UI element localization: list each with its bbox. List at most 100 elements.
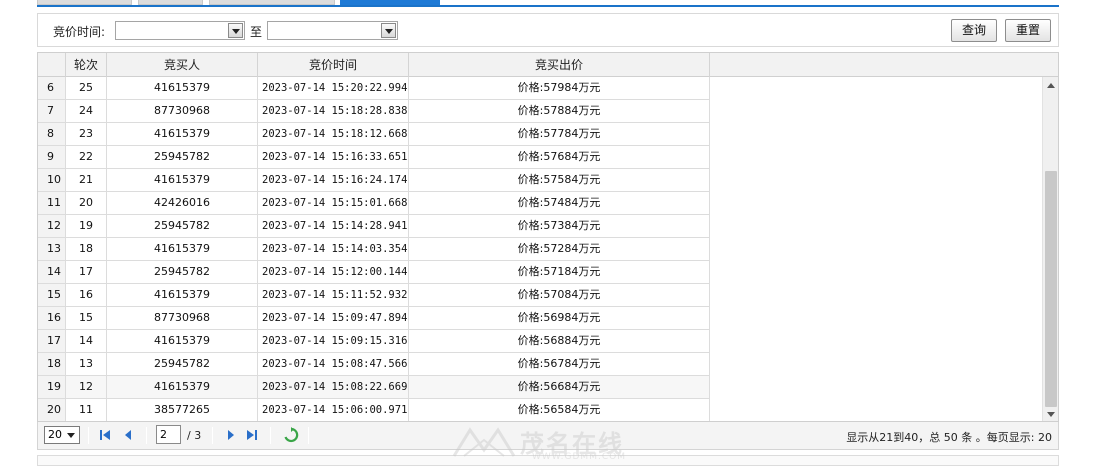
header-bid-time[interactable]: 竞价时间 bbox=[258, 53, 409, 77]
total-pages: / 3 bbox=[187, 429, 202, 442]
chevron-down-icon[interactable] bbox=[381, 23, 396, 38]
row-index: 8 bbox=[38, 123, 66, 146]
row-index: 12 bbox=[38, 215, 66, 238]
row-index: 13 bbox=[38, 238, 66, 261]
bid-price-cell: 价格:56784万元 bbox=[409, 353, 710, 376]
divider bbox=[88, 427, 89, 444]
reset-button[interactable]: 重置 bbox=[1005, 19, 1051, 42]
page-size-select[interactable]: 20 bbox=[44, 426, 80, 444]
tab-strip bbox=[37, 0, 1059, 7]
start-time-select[interactable] bbox=[115, 21, 245, 40]
vertical-scrollbar[interactable] bbox=[1042, 77, 1058, 421]
first-page-icon[interactable] bbox=[98, 428, 112, 442]
table-row[interactable]: 19 12 41615379 2023-07-14 15:08:22.669 价格:56… bbox=[38, 376, 710, 399]
query-button[interactable]: 查询 bbox=[951, 19, 997, 42]
bidder-cell: 25945782 bbox=[107, 353, 258, 376]
grid-header: 轮次 竞买人 竞价时间 竞买出价 bbox=[38, 53, 1058, 77]
row-index: 11 bbox=[38, 192, 66, 215]
scroll-thumb[interactable] bbox=[1045, 171, 1057, 407]
round-cell: 14 bbox=[66, 330, 107, 353]
bidder-cell: 41615379 bbox=[107, 123, 258, 146]
pager-summary: 显示从21到40，总 50 条 。每页显示: 20 bbox=[846, 431, 1052, 444]
time-label: 竞价时间: bbox=[53, 25, 106, 39]
bid-price-cell: 价格:57284万元 bbox=[409, 238, 710, 261]
round-cell: 23 bbox=[66, 123, 107, 146]
bidder-cell: 41615379 bbox=[107, 284, 258, 307]
row-index: 7 bbox=[38, 100, 66, 123]
bid-grid: 轮次 竞买人 竞价时间 竞买出价 6 25 41615379 2023-07-14 1… bbox=[37, 52, 1059, 422]
round-cell: 18 bbox=[66, 238, 107, 261]
chevron-down-icon[interactable] bbox=[228, 23, 243, 38]
round-cell: 20 bbox=[66, 192, 107, 215]
bidder-cell: 41615379 bbox=[107, 330, 258, 353]
table-row[interactable]: 20 11 38577265 2023-07-14 15:06:00.971 价格:56… bbox=[38, 399, 710, 421]
table-row[interactable]: 10 21 41615379 2023-07-14 15:16:24.174 价格:57… bbox=[38, 169, 710, 192]
bidder-cell: 25945782 bbox=[107, 261, 258, 284]
header-index bbox=[38, 53, 66, 77]
divider bbox=[146, 427, 147, 444]
last-page-icon[interactable] bbox=[245, 428, 259, 442]
scroll-down-icon[interactable] bbox=[1047, 412, 1055, 417]
bid-time-cell: 2023-07-14 15:16:33.651 bbox=[258, 146, 409, 169]
bidder-cell: 25945782 bbox=[107, 215, 258, 238]
table-row[interactable]: 17 14 41615379 2023-07-14 15:09:15.316 价格:56… bbox=[38, 330, 710, 353]
row-index: 16 bbox=[38, 307, 66, 330]
row-index: 17 bbox=[38, 330, 66, 353]
scroll-up-icon[interactable] bbox=[1047, 83, 1055, 88]
bid-price-cell: 价格:56584万元 bbox=[409, 399, 710, 421]
tab-1[interactable] bbox=[37, 0, 132, 5]
bid-time-cell: 2023-07-14 15:09:47.894 bbox=[258, 307, 409, 330]
table-row[interactable]: 15 16 41615379 2023-07-14 15:11:52.932 价格:57… bbox=[38, 284, 710, 307]
bid-time-cell: 2023-07-14 15:09:15.316 bbox=[258, 330, 409, 353]
round-cell: 12 bbox=[66, 376, 107, 399]
round-cell: 22 bbox=[66, 146, 107, 169]
table-row[interactable]: 9 22 25945782 2023-07-14 15:16:33.651 价格:576… bbox=[38, 146, 710, 169]
refresh-icon[interactable] bbox=[283, 427, 299, 443]
bid-time-cell: 2023-07-14 15:20:22.994 bbox=[258, 77, 409, 100]
bid-time-cell: 2023-07-14 15:08:22.669 bbox=[258, 376, 409, 399]
next-page-icon[interactable] bbox=[224, 428, 238, 442]
round-cell: 13 bbox=[66, 353, 107, 376]
row-index: 9 bbox=[38, 146, 66, 169]
header-bid-price[interactable]: 竞买出价 bbox=[409, 53, 710, 77]
bid-time-cell: 2023-07-14 15:16:24.174 bbox=[258, 169, 409, 192]
tab-active[interactable] bbox=[340, 0, 440, 5]
table-row[interactable]: 12 19 25945782 2023-07-14 15:14:28.941 价格:57… bbox=[38, 215, 710, 238]
bidder-cell: 87730968 bbox=[107, 100, 258, 123]
header-round[interactable]: 轮次 bbox=[66, 53, 107, 77]
bid-price-cell: 价格:57784万元 bbox=[409, 123, 710, 146]
divider bbox=[270, 427, 271, 444]
bid-time-cell: 2023-07-14 15:11:52.932 bbox=[258, 284, 409, 307]
bidder-cell: 38577265 bbox=[107, 399, 258, 421]
table-row[interactable]: 13 18 41615379 2023-07-14 15:14:03.354 价格:57… bbox=[38, 238, 710, 261]
table-row[interactable]: 6 25 41615379 2023-07-14 15:20:22.994 价格:579… bbox=[38, 77, 710, 100]
bidder-cell: 87730968 bbox=[107, 307, 258, 330]
bid-time-cell: 2023-07-14 15:15:01.668 bbox=[258, 192, 409, 215]
bid-time-cell: 2023-07-14 15:06:00.971 bbox=[258, 399, 409, 421]
bidder-cell: 41615379 bbox=[107, 238, 258, 261]
bidder-cell: 41615379 bbox=[107, 77, 258, 100]
table-row[interactable]: 14 17 25945782 2023-07-14 15:12:00.144 价格:57… bbox=[38, 261, 710, 284]
bid-price-cell: 价格:56684万元 bbox=[409, 376, 710, 399]
prev-page-icon[interactable] bbox=[121, 428, 135, 442]
bid-price-cell: 价格:57484万元 bbox=[409, 192, 710, 215]
page-number-input[interactable]: 2 bbox=[156, 425, 181, 444]
header-bidder[interactable]: 竞买人 bbox=[107, 53, 258, 77]
tab-2[interactable] bbox=[138, 0, 203, 5]
end-time-select[interactable] bbox=[267, 21, 398, 40]
table-row[interactable]: 8 23 41615379 2023-07-14 15:18:12.668 价格:577… bbox=[38, 123, 710, 146]
table-row[interactable]: 11 20 42426016 2023-07-14 15:15:01.668 价格:57… bbox=[38, 192, 710, 215]
divider bbox=[308, 427, 309, 444]
round-cell: 17 bbox=[66, 261, 107, 284]
table-row[interactable]: 16 15 87730968 2023-07-14 15:09:47.894 价格:56… bbox=[38, 307, 710, 330]
row-index: 10 bbox=[38, 169, 66, 192]
tab-3[interactable] bbox=[209, 0, 335, 5]
table-row[interactable]: 7 24 87730968 2023-07-14 15:18:28.838 价格:578… bbox=[38, 100, 710, 123]
table-row[interactable]: 18 13 25945782 2023-07-14 15:08:47.566 价格:56… bbox=[38, 353, 710, 376]
round-cell: 15 bbox=[66, 307, 107, 330]
bid-price-cell: 价格:57384万元 bbox=[409, 215, 710, 238]
bid-price-cell: 价格:57084万元 bbox=[409, 284, 710, 307]
bid-time-cell: 2023-07-14 15:18:12.668 bbox=[258, 123, 409, 146]
row-index: 14 bbox=[38, 261, 66, 284]
grid-body: 6 25 41615379 2023-07-14 15:20:22.994 价格:579… bbox=[38, 77, 1042, 421]
